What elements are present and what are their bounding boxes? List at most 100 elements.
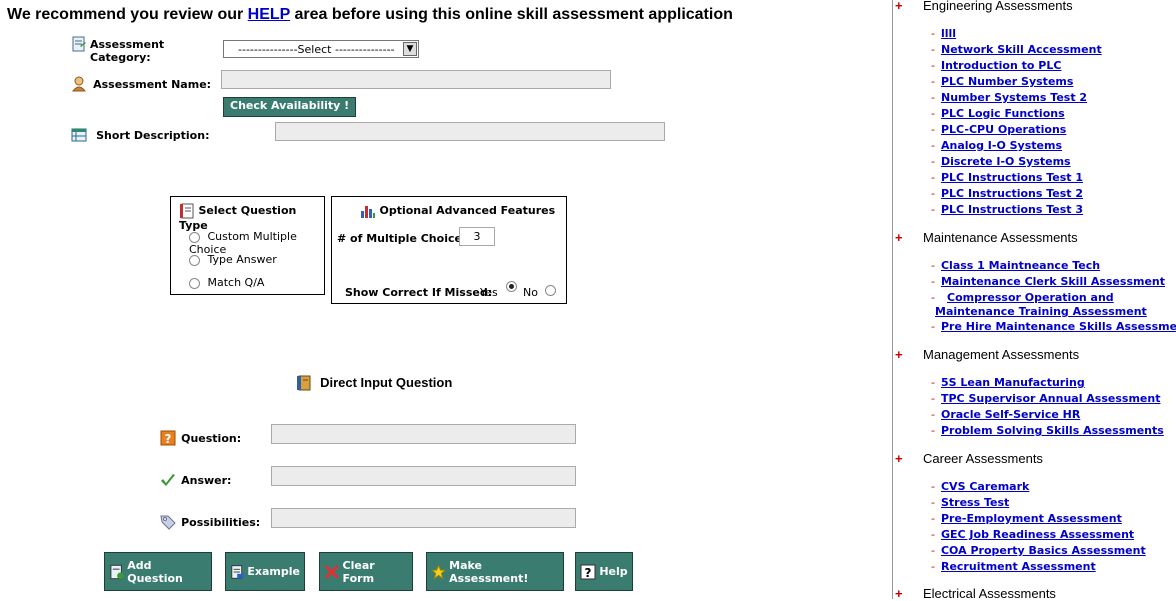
no-label: No: [523, 286, 538, 299]
list-item[interactable]: - Pre-Employment Assessment: [931, 512, 1122, 525]
sidebar-link[interactable]: PLC Number Systems: [941, 75, 1073, 88]
name-label: Assessment Name:: [93, 78, 212, 91]
sidebar-link[interactable]: Introduction to PLC: [941, 59, 1061, 72]
list-item[interactable]: - Maintenance Clerk Skill Assessment: [931, 275, 1165, 288]
sidebar-link[interactable]: PLC Instructions Test 1: [941, 171, 1083, 184]
sidebar-link[interactable]: CVS Caremark: [941, 480, 1029, 493]
advanced-features-panel: Optional Advanced Features # of Multiple…: [331, 196, 567, 304]
sidebar-link[interactable]: 5S Lean Manufacturing: [941, 376, 1085, 389]
sidebar-link[interactable]: GEC Job Readiness Assessment: [941, 528, 1134, 541]
section-title: Management Assessments: [923, 347, 1080, 362]
sidebar-link[interactable]: Class 1 Maintneance Tech: [941, 259, 1100, 272]
category-label-group: Assessment Category:: [71, 33, 211, 64]
possibilities-input[interactable]: [271, 508, 576, 528]
check-availability-button[interactable]: Check Availability !: [223, 97, 357, 117]
short-description-input[interactable]: [275, 122, 665, 141]
help-button[interactable]: ? Help: [575, 552, 633, 591]
sidebar-link[interactable]: PLC Instructions Test 2: [941, 187, 1083, 200]
sidebar-link[interactable]: PLC Instructions Test 3: [941, 203, 1083, 216]
bar-chart-icon: [361, 206, 375, 218]
list-item[interactable]: - Class 1 Maintneance Tech: [931, 259, 1100, 272]
sidebar-link[interactable]: llll: [941, 27, 956, 40]
list-item[interactable]: - PLC-CPU Operations: [931, 123, 1066, 136]
list-item[interactable]: - TPC Supervisor Annual Assessment: [931, 392, 1160, 405]
list-item[interactable]: - Recruitment Assessment: [931, 560, 1096, 573]
list-item[interactable]: - GEC Job Readiness Assessment: [931, 528, 1134, 541]
sidebar-section-career[interactable]: + Career Assessments: [893, 451, 1043, 466]
sidebar-link[interactable]: Compressor Operation and Maintenance Tra…: [935, 291, 1147, 318]
yes-label: Yes: [480, 286, 498, 299]
list-item[interactable]: - Introduction to PLC: [931, 59, 1061, 72]
add-question-button[interactable]: Add Question: [104, 552, 212, 591]
radio-type-answer[interactable]: [189, 254, 200, 266]
clear-form-button[interactable]: Clear Form: [319, 552, 413, 591]
sidebar-link[interactable]: Discrete I-O Systems: [941, 155, 1071, 168]
radio-custom[interactable]: [189, 231, 200, 243]
bullet-dash: -: [931, 392, 935, 405]
sidebar-link[interactable]: Stress Test: [941, 496, 1009, 509]
example-label: Example: [247, 565, 300, 578]
radio-no[interactable]: [545, 285, 556, 296]
expand-icon[interactable]: +: [893, 451, 923, 466]
radio-match[interactable]: [189, 277, 200, 289]
sidebar-link[interactable]: Network Skill Accessment: [941, 43, 1102, 56]
list-item[interactable]: - Discrete I-O Systems: [931, 155, 1071, 168]
list-item[interactable]: - Pre Hire Maintenance Skills Assessment: [931, 320, 1176, 333]
sidebar-section-engineering[interactable]: + Engineering Assessments: [893, 0, 1073, 13]
list-item[interactable]: - PLC Instructions Test 2: [931, 187, 1083, 200]
bullet-dash: -: [931, 187, 935, 200]
sidebar-link[interactable]: Number Systems Test 2: [941, 91, 1087, 104]
question-input[interactable]: [271, 424, 576, 444]
expand-icon[interactable]: +: [893, 347, 923, 362]
list-item[interactable]: - llll: [931, 27, 956, 40]
sidebar-link[interactable]: Oracle Self-Service HR: [941, 408, 1080, 421]
question-label-group: ? Question:: [160, 427, 241, 446]
list-item[interactable]: - CVS Caremark: [931, 480, 1029, 493]
radio-yes[interactable]: [506, 281, 517, 292]
answer-input[interactable]: [271, 466, 576, 486]
list-item[interactable]: - Oracle Self-Service HR: [931, 408, 1080, 421]
direct-input-header: Direct Input Question: [296, 372, 452, 391]
sidebar-link[interactable]: TPC Supervisor Annual Assessment: [941, 392, 1160, 405]
sidebar-link[interactable]: Maintenance Clerk Skill Assessment: [941, 275, 1165, 288]
list-item[interactable]: -5S Lean Manufacturing: [931, 376, 1085, 389]
choices-input[interactable]: 3: [459, 227, 495, 246]
bullet-dash: -: [931, 123, 935, 136]
sidebar-link[interactable]: PLC-CPU Operations: [941, 123, 1066, 136]
sidebar-link[interactable]: Analog I-O Systems: [941, 139, 1062, 152]
assessment-name-input[interactable]: [221, 70, 611, 89]
qtype-option-match[interactable]: Match Q/A: [189, 276, 264, 289]
sidebar-section-maintenance[interactable]: + Maintenance Assessments: [893, 230, 1078, 245]
list-item[interactable]: - Stress Test: [931, 496, 1009, 509]
sidebar-link[interactable]: Problem Solving Skills Assessments: [941, 424, 1164, 437]
help-link[interactable]: HELP: [248, 6, 290, 23]
list-item[interactable]: - COA Property Basics Assessment: [931, 544, 1146, 557]
list-item[interactable]: - Analog I-O Systems: [931, 139, 1062, 152]
list-item[interactable]: - PLC Instructions Test 1: [931, 171, 1083, 184]
sidebar-link[interactable]: Pre Hire Maintenance Skills Assessment: [941, 320, 1176, 333]
sidebar-link[interactable]: Pre-Employment Assessment: [941, 512, 1122, 525]
list-item[interactable]: - Problem Solving Skills Assessments: [931, 424, 1164, 437]
list-item[interactable]: - PLC Logic Functions: [931, 107, 1065, 120]
category-select[interactable]: ---------------Select --------------- ▼: [223, 40, 419, 58]
sidebar-link[interactable]: Recruitment Assessment: [941, 560, 1096, 573]
make-assessment-button[interactable]: Make Assessment!: [426, 552, 564, 591]
clear-form-label: Clear Form: [342, 558, 375, 585]
sidebar-link[interactable]: COA Property Basics Assessment: [941, 544, 1146, 557]
bullet-dash: -: [931, 320, 935, 333]
list-item[interactable]: - Number Systems Test 2: [931, 91, 1087, 104]
expand-icon[interactable]: +: [893, 230, 923, 245]
sidebar-link[interactable]: PLC Logic Functions: [941, 107, 1065, 120]
chevron-down-icon[interactable]: ▼: [403, 42, 417, 56]
list-item[interactable]: - PLC Instructions Test 3: [931, 203, 1083, 216]
list-item-wrapped[interactable]: Compressor Operation and Maintenance Tra…: [935, 291, 1175, 319]
question-type-header: Select Question Type: [179, 203, 324, 232]
qtype-option-type-answer[interactable]: Type Answer: [189, 253, 277, 266]
bullet-dash: -: [931, 480, 935, 493]
sidebar-section-management[interactable]: + Management Assessments: [893, 347, 1079, 362]
expand-icon[interactable]: +: [893, 0, 923, 13]
list-item[interactable]: - PLC Number Systems: [931, 75, 1073, 88]
example-button[interactable]: Example: [225, 552, 305, 591]
list-item[interactable]: - Network Skill Accessment: [931, 43, 1102, 56]
question-label: Question:: [181, 432, 242, 445]
